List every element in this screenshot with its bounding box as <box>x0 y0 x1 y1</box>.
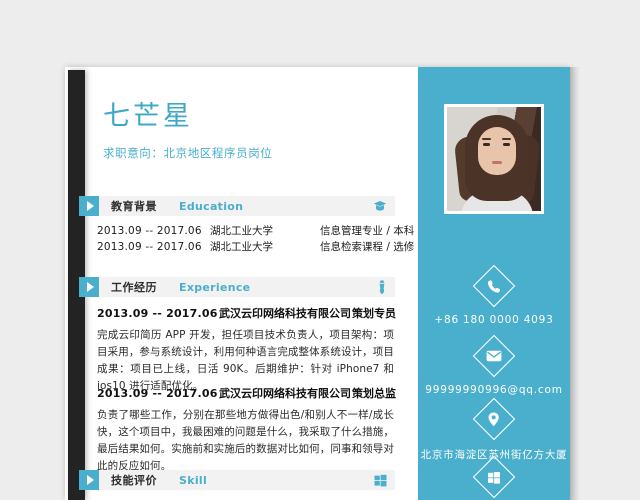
edu-school: 湖北工业大学 <box>210 225 273 237</box>
job-date: 2013.09 -- 2017.06 <box>97 307 218 320</box>
phone-icon <box>472 264 516 308</box>
section-arrow-icon <box>79 470 99 490</box>
job-company: 武汉云印网络科技有限公司 <box>219 387 351 400</box>
avatar-photo <box>447 107 541 211</box>
section-header-experience[interactable]: 工作经历 Experience <box>79 277 395 297</box>
windows-logo-icon <box>472 455 516 499</box>
education-table: 2013.09 -- 2017.06 湖北工业大学 信息管理专业 / 本科 20… <box>97 223 414 255</box>
experience-item: 2013.09 -- 2017.06 武汉云印网络科技有限公司 策划专员 完成云… <box>97 306 397 395</box>
graduation-cap-icon <box>373 200 387 212</box>
edu-date: 2013.09 -- 2017.06 <box>97 241 202 253</box>
section-bar: 技能评价 Skill <box>99 470 395 490</box>
table-row: 2013.09 -- 2017.06 湖北工业大学 信息检索课程 / 选修 <box>97 239 414 255</box>
header-block: 七芒星 求职意向：北京地区程序员岗位 <box>103 100 403 161</box>
necktie-icon <box>377 280 387 295</box>
section-header-education[interactable]: 教育背景 Education <box>79 196 395 216</box>
email-value: 99999990996@qq.com <box>425 384 563 396</box>
job-description: 负责了哪些工作，分别在那些地方做得出色/和别人不一样/成长快，这个项目中，我最困… <box>97 409 394 472</box>
candidate-name: 七芒星 <box>103 101 193 132</box>
windows-logo-icon <box>374 474 387 487</box>
contact-email[interactable]: 99999990996@qq.com <box>418 334 570 396</box>
resume-canvas: 七芒星 求职意向：北京地区程序员岗位 教育背景 Education 2013.0… <box>0 0 640 500</box>
job-company: 武汉云印网络科技有限公司 <box>219 307 351 320</box>
job-description: 完成云印简历 APP 开发，担任项目技术负责人，项目架构：项目采用，参与系统设计… <box>97 329 394 392</box>
edu-school: 湖北工业大学 <box>210 241 273 253</box>
section-bar: 教育背景 Education <box>99 196 395 216</box>
phone-value: +86 180 0000 4093 <box>434 314 554 326</box>
contact-phone[interactable]: +86 180 0000 4093 <box>418 264 570 326</box>
envelope-icon <box>472 334 516 378</box>
experience-item: 2013.09 -- 2017.06 武汉云印网络科技有限公司 策划总监 负责了… <box>97 386 397 475</box>
edu-meta: 信息检索课程 / 选修 <box>320 241 415 253</box>
job-header-row: 2013.09 -- 2017.06 武汉云印网络科技有限公司 策划总监 <box>97 386 397 402</box>
section-title-en: Experience <box>179 280 251 294</box>
edu-date: 2013.09 -- 2017.06 <box>97 225 202 237</box>
section-title-en: Education <box>179 199 244 213</box>
job-objective: 求职意向：北京地区程序员岗位 <box>103 146 273 160</box>
section-arrow-icon <box>79 277 99 297</box>
job-title: 策划专员 <box>352 307 396 320</box>
contact-address[interactable]: 北京市海淀区苏州街亿方大厦 <box>418 397 570 462</box>
section-title-cn: 教育背景 <box>111 200 157 213</box>
table-row: 2013.09 -- 2017.06 湖北工业大学 信息管理专业 / 本科 <box>97 223 414 239</box>
job-header-row: 2013.09 -- 2017.06 武汉云印网络科技有限公司 策划专员 <box>97 306 397 322</box>
section-header-skill[interactable]: 技能评价 Skill <box>79 470 395 490</box>
contact-windows[interactable] <box>418 455 570 499</box>
job-date: 2013.09 -- 2017.06 <box>97 387 218 400</box>
section-arrow-icon <box>79 196 99 216</box>
edu-meta: 信息管理专业 / 本科 <box>320 225 415 237</box>
section-title-en: Skill <box>179 473 208 487</box>
location-pin-icon <box>472 397 516 441</box>
page-edge-shadow <box>570 67 580 500</box>
avatar <box>444 104 544 214</box>
job-title: 策划总监 <box>352 387 396 400</box>
section-title-cn: 技能评价 <box>111 474 157 487</box>
section-title-cn: 工作经历 <box>111 281 157 294</box>
section-bar: 工作经历 Experience <box>99 277 395 297</box>
